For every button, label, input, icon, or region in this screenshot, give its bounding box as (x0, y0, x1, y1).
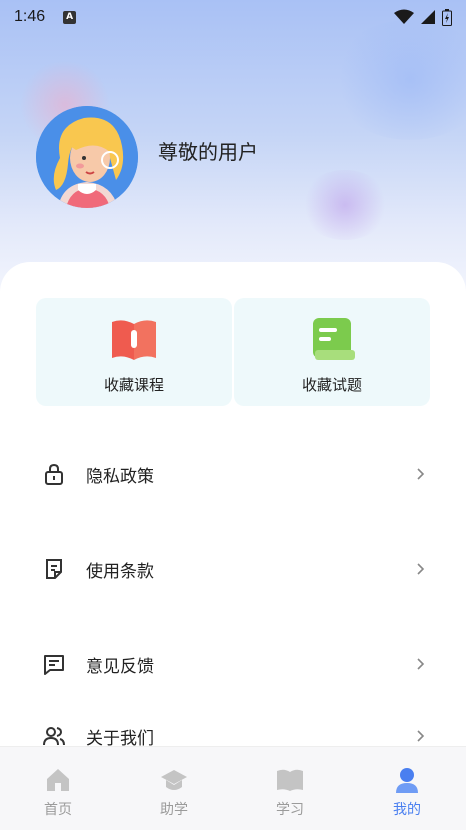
tab-label: 助学 (160, 802, 188, 818)
decor-blob (300, 170, 390, 240)
status-icons (394, 8, 452, 26)
notebook-icon (313, 318, 355, 360)
tab-mine[interactable]: 我的 (367, 747, 447, 830)
chevron-right-icon (417, 468, 425, 480)
avatar[interactable] (36, 106, 138, 208)
favorite-questions-label: 收藏试题 (301, 376, 362, 394)
avatar-illustration (36, 106, 138, 208)
chevron-right-icon (417, 730, 425, 742)
menu-label: 隐私政策 (86, 466, 154, 487)
decor-blob (330, 20, 466, 140)
book-icon (277, 769, 303, 791)
bottom-tab-bar: 首页 助学 学习 我的 (0, 746, 466, 830)
tab-label: 首页 (44, 802, 72, 818)
username: 尊敬的用户 (158, 140, 258, 164)
battery-icon (442, 8, 452, 26)
chat-icon (44, 655, 64, 675)
tab-label: 学习 (276, 802, 304, 818)
person-icon (396, 768, 418, 793)
wifi-icon (394, 9, 414, 24)
status-bar: 1:46 A (0, 0, 466, 34)
tab-home[interactable]: 首页 (18, 747, 98, 830)
lock-icon (45, 463, 63, 485)
graduation-cap-icon (161, 770, 187, 790)
open-book-icon (112, 320, 156, 360)
users-icon (43, 727, 65, 746)
tab-study-aid[interactable]: 助学 (134, 747, 214, 830)
favorite-courses-card[interactable]: 收藏课程 (36, 298, 232, 406)
tab-learning[interactable]: 学习 (250, 747, 330, 830)
menu-label: 使用条款 (86, 561, 154, 582)
signal-icon (421, 10, 435, 24)
menu-label: 意见反馈 (86, 656, 154, 677)
favorite-courses-label: 收藏课程 (103, 376, 164, 394)
menu-item-terms-of-use[interactable]: 使用条款 (0, 549, 466, 589)
menu-label: 关于我们 (86, 728, 154, 749)
status-time: 1:46 (14, 8, 46, 25)
menu-item-feedback[interactable]: 意见反馈 (0, 644, 466, 684)
tab-label: 我的 (393, 802, 421, 818)
menu-item-privacy-policy[interactable]: 隐私政策 (0, 454, 466, 494)
chevron-right-icon (417, 563, 425, 575)
chevron-right-icon (417, 658, 425, 670)
favorite-questions-card[interactable]: 收藏试题 (234, 298, 430, 406)
notification-icon: A (63, 10, 77, 24)
document-icon (46, 559, 62, 579)
home-icon (47, 769, 69, 791)
